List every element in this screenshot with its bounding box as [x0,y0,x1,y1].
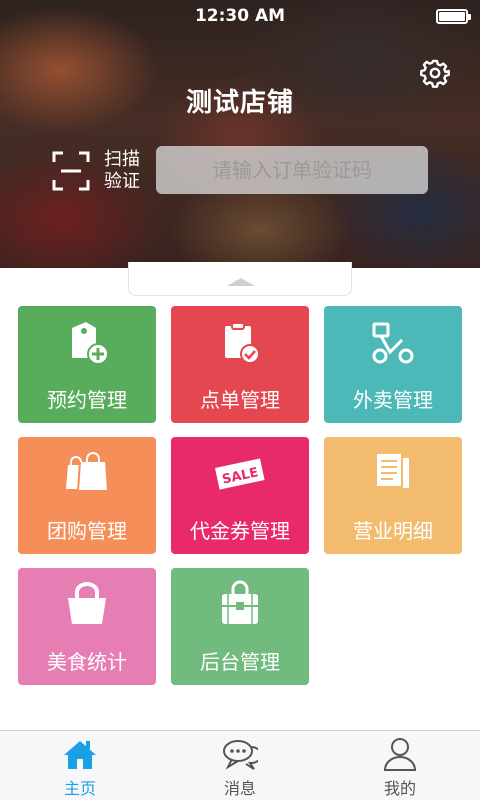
scan-frame-icon [52,151,90,191]
tab-label: 主页 [63,779,96,798]
shop-title: 测试店铺 [185,88,294,118]
battery-icon [436,9,471,24]
tile-label: 营业明细 [353,519,433,543]
tab-label: 消息 [223,779,256,798]
tile-label: 团购管理 [47,519,127,543]
tab-profile[interactable]: 我的 [320,731,480,800]
tile-label: 美食统计 [47,650,127,674]
scan-verify-button[interactable]: 扫描 验证 [52,149,148,193]
tile-order[interactable]: 点单管理 [171,306,309,423]
tile-voucher[interactable]: SALE 代金券管理 [171,437,309,554]
header-background [0,0,480,268]
triangle-up-icon [227,278,255,286]
tile-food-stats[interactable]: 美食统计 [18,568,156,685]
chat-bubbles-icon [223,740,258,770]
documents-icon [375,452,411,490]
collapse-header-button[interactable] [128,262,352,296]
tile-delivery[interactable]: 外卖管理 [324,306,462,423]
shopping-bags-icon [66,452,110,492]
tile-reservation[interactable]: 预约管理 [18,306,156,423]
order-code-input[interactable] [156,146,428,194]
delivery-scooter-icon [372,322,414,364]
bottom-tab-bar: 主页 消息 我的 [0,730,480,800]
tile-backend[interactable]: 后台管理 [171,568,309,685]
tab-label: 我的 [383,779,416,798]
scan-verify-label: 扫描 验证 [104,149,148,193]
briefcase-lock-icon [222,580,258,624]
status-time: 12:30 AM [194,6,286,26]
tile-business-details[interactable]: 营业明细 [324,437,462,554]
clipboard-check-icon [225,322,260,364]
status-bar: 12:30 AM [0,0,480,32]
tag-plus-icon [72,322,109,365]
scan-label-line2: 验证 [104,171,140,192]
tile-label: 预约管理 [47,388,127,412]
handbag-icon [68,582,106,624]
tab-home[interactable]: 主页 [0,731,160,800]
sale-coupon-icon: SALE [215,458,265,490]
tile-label: 代金券管理 [190,519,290,543]
home-icon [64,741,96,769]
user-icon [383,738,417,771]
tab-messages[interactable]: 消息 [160,731,320,800]
tile-label: 外卖管理 [353,388,433,412]
tile-group-buy[interactable]: 团购管理 [18,437,156,554]
tile-label: 点单管理 [200,388,280,412]
scan-label-line1: 扫描 [104,149,140,170]
tile-label: 后台管理 [200,650,280,674]
